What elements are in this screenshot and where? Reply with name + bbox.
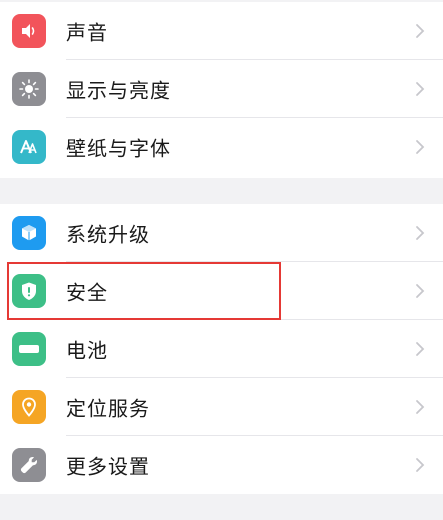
chevron-right-icon	[416, 82, 425, 96]
font-icon	[12, 130, 46, 164]
settings-group-system: 系统升级 安全 电池 定位服务 更多设置	[0, 204, 443, 494]
settings-item-label: 电池	[66, 338, 108, 363]
system-update-icon	[12, 216, 46, 250]
settings-item-label: 更多设置	[66, 454, 150, 479]
shield-icon	[12, 274, 46, 308]
settings-item-system-update[interactable]: 系统升级	[0, 204, 443, 262]
chevron-right-icon	[416, 400, 425, 414]
chevron-right-icon	[416, 24, 425, 38]
settings-item-sound[interactable]: 声音	[0, 2, 443, 60]
settings-item-label: 定位服务	[66, 396, 150, 421]
settings-item-wallpaper-font[interactable]: 壁纸与字体	[0, 118, 443, 176]
settings-item-display-brightness[interactable]: 显示与亮度	[0, 60, 443, 118]
settings-group-display: 声音 显示与亮度 壁纸与字体	[0, 2, 443, 178]
settings-item-security[interactable]: 安全	[0, 262, 443, 320]
settings-item-location-services[interactable]: 定位服务	[0, 378, 443, 436]
wrench-icon	[12, 448, 46, 482]
settings-item-label: 系统升级	[66, 222, 150, 247]
battery-icon	[12, 332, 46, 366]
chevron-right-icon	[416, 458, 425, 472]
settings-item-battery[interactable]: 电池	[0, 320, 443, 378]
brightness-icon	[12, 72, 46, 106]
speaker-icon	[12, 14, 46, 48]
chevron-right-icon	[416, 140, 425, 154]
chevron-right-icon	[416, 284, 425, 298]
settings-item-more-settings[interactable]: 更多设置	[0, 436, 443, 494]
location-icon	[12, 390, 46, 424]
settings-item-label: 安全	[66, 280, 108, 305]
settings-item-label: 显示与亮度	[66, 78, 171, 103]
settings-item-label: 壁纸与字体	[66, 136, 171, 161]
settings-item-label: 声音	[66, 20, 108, 45]
chevron-right-icon	[416, 226, 425, 240]
chevron-right-icon	[416, 342, 425, 356]
